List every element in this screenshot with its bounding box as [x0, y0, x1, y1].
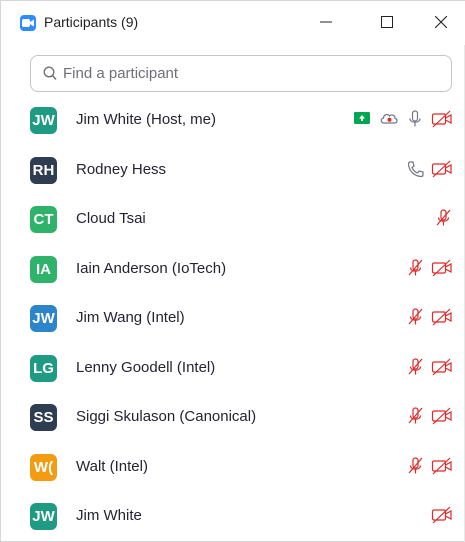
participant-row[interactable]: JW Jim White (Host, me): [1, 96, 465, 145]
avatar: IA: [30, 255, 57, 283]
video-off-icon[interactable]: [431, 110, 453, 130]
search-input[interactable]: [63, 58, 443, 89]
close-icon: [435, 16, 447, 28]
mic-muted-icon[interactable]: [433, 209, 453, 229]
video-off-icon[interactable]: [431, 457, 453, 477]
participants-window: Participants (9) JW Jim White (Host, me)…: [0, 0, 465, 542]
participant-name: Cloud Tsai: [76, 210, 146, 227]
participant-name: Iain Anderson (IoTech): [76, 259, 227, 277]
participant-name: Jim White (Host, me): [76, 111, 217, 128]
maximize-button[interactable]: [364, 5, 410, 39]
participant-row[interactable]: CT Cloud Tsai: [1, 195, 465, 244]
video-off-icon[interactable]: [431, 160, 453, 180]
minimize-icon: [320, 21, 332, 23]
mic-muted-icon[interactable]: [405, 407, 425, 427]
close-button[interactable]: [418, 5, 464, 39]
video-off-icon[interactable]: [431, 358, 453, 378]
video-off-icon[interactable]: [431, 407, 453, 427]
participant-row[interactable]: LG Lenny Goodell (Intel): [1, 344, 465, 393]
mic-muted-icon[interactable]: [405, 456, 425, 477]
participant-name: Rodney Hess: [76, 160, 167, 178]
participant-name: Jim White: [76, 507, 142, 524]
avatar: W(: [30, 453, 57, 481]
avatar: CT: [30, 206, 57, 233]
participant-row[interactable]: W( Walt (Intel): [1, 443, 465, 492]
participant-name: Siggi Skulason (Canonical): [76, 408, 257, 425]
participant-row[interactable]: JW Jim Wang (Intel): [1, 294, 465, 343]
avatar: RH: [30, 156, 57, 184]
avatar: LG: [30, 354, 57, 382]
participant-name: Walt (Intel): [76, 457, 148, 475]
zoom-app-icon: [20, 15, 36, 31]
participant-name: Jim Wang (Intel): [76, 309, 185, 326]
participant-name: Lenny Goodell (Intel): [76, 358, 216, 376]
mic-muted-icon[interactable]: [405, 357, 425, 378]
avatar: JW: [30, 107, 57, 134]
search-icon: [43, 66, 57, 80]
video-off-icon[interactable]: [431, 506, 453, 526]
participant-row[interactable]: SS Siggi Skulason (Canonical): [1, 393, 465, 442]
minimize-button[interactable]: [303, 5, 349, 39]
mic-muted-icon[interactable]: [405, 258, 425, 279]
video-off-icon[interactable]: [431, 259, 453, 279]
mic-muted-icon[interactable]: [405, 308, 425, 328]
maximize-icon: [381, 16, 393, 28]
avatar: JW: [30, 305, 57, 332]
title-bar: Participants (9): [1, 1, 465, 45]
avatar: JW: [30, 503, 57, 530]
record-cloud-icon[interactable]: [379, 110, 399, 130]
participant-row[interactable]: IA Iain Anderson (IoTech): [1, 245, 465, 294]
share-screen-icon[interactable]: [353, 110, 373, 130]
window-title: Participants (9): [44, 14, 139, 30]
phone-icon[interactable]: [405, 160, 425, 180]
avatar: SS: [30, 404, 57, 431]
participant-row[interactable]: JW Jim White: [1, 492, 465, 541]
video-off-icon[interactable]: [431, 308, 453, 328]
search-box[interactable]: [30, 55, 452, 92]
mic-on-icon[interactable]: [405, 110, 425, 130]
participant-row[interactable]: RH Rodney Hess: [1, 146, 465, 195]
